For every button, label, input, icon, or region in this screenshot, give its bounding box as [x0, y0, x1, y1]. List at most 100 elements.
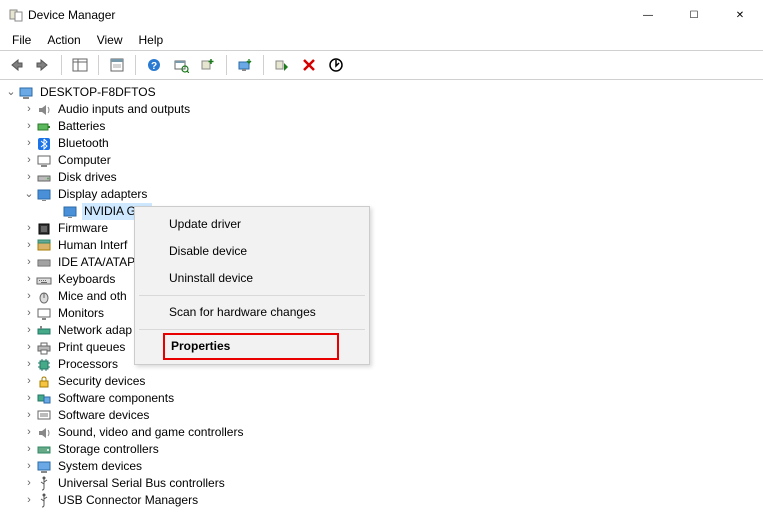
menu-help[interactable]: Help	[131, 31, 172, 49]
audio-icon	[36, 102, 52, 118]
expand-icon[interactable]: ›	[22, 322, 36, 339]
tree-node-security[interactable]: › Security devices	[4, 373, 761, 390]
tree-node-storage[interactable]: ›Storage controllers	[4, 441, 761, 458]
minimize-button[interactable]: —	[625, 0, 671, 30]
tree-node-network[interactable]: ›Network adap	[4, 322, 761, 339]
tree-node-keyboards[interactable]: ›Keyboards	[4, 271, 761, 288]
expand-icon[interactable]: ›	[22, 339, 36, 356]
device-tree[interactable]: ⌄ DESKTOP-F8DFTOS › Audio inputs and outp…	[0, 80, 763, 513]
show-hide-tree-button[interactable]	[68, 53, 92, 77]
expand-icon[interactable]: ›	[22, 118, 36, 135]
tree-root[interactable]: ⌄ DESKTOP-F8DFTOS	[4, 84, 761, 101]
update-driver-button[interactable]	[233, 53, 257, 77]
tree-node-batteries[interactable]: › Batteries	[4, 118, 761, 135]
menu-view[interactable]: View	[89, 31, 131, 49]
tree-node-diskdrives[interactable]: › Disk drives	[4, 169, 761, 186]
tree-node-processors[interactable]: ›Processors	[4, 356, 761, 373]
ctx-disable-device[interactable]: Disable device	[137, 238, 367, 265]
enable-device-button[interactable]	[270, 53, 294, 77]
expand-icon[interactable]: ›	[22, 271, 36, 288]
network-icon	[36, 323, 52, 339]
tree-node-firmware[interactable]: › Firmware	[4, 220, 761, 237]
help-button[interactable]: ?	[142, 53, 166, 77]
ctx-properties-highlighted[interactable]: Properties	[163, 333, 339, 360]
tree-label: IDE ATA/ATAP	[56, 254, 137, 271]
tree-node-monitors[interactable]: ›Monitors	[4, 305, 761, 322]
menu-action[interactable]: Action	[39, 31, 88, 49]
tree-label: Disk drives	[56, 169, 119, 186]
expand-icon[interactable]: ›	[22, 407, 36, 424]
tree-label: DESKTOP-F8DFTOS	[38, 84, 158, 101]
nav-forward-button[interactable]	[31, 53, 55, 77]
ctx-update-driver[interactable]: Update driver	[137, 211, 367, 238]
expand-icon[interactable]: ›	[22, 390, 36, 407]
disk-icon	[36, 170, 52, 186]
context-menu: Update driver Disable device Uninstall d…	[134, 206, 370, 365]
tree-node-sound[interactable]: › Sound, video and game controllers	[4, 424, 761, 441]
tree-label: Sound, video and game controllers	[56, 424, 245, 441]
tree-label: Batteries	[56, 118, 107, 135]
expand-icon[interactable]: ›	[22, 458, 36, 475]
tree-node-swcomp[interactable]: › Software components	[4, 390, 761, 407]
add-legacy-hardware-button[interactable]	[196, 53, 220, 77]
menu-file[interactable]: File	[4, 31, 39, 49]
expand-icon[interactable]: ›	[22, 424, 36, 441]
nav-back-button[interactable]	[4, 53, 28, 77]
tree-label: Audio inputs and outputs	[56, 101, 192, 118]
collapse-icon[interactable]: ⌄	[4, 84, 18, 101]
battery-icon	[36, 119, 52, 135]
processor-icon	[36, 357, 52, 373]
tree-label: Firmware	[56, 220, 110, 237]
toolbar: ?	[0, 51, 763, 80]
tree-label: Human Interf	[56, 237, 129, 254]
tree-node-usbconn[interactable]: ›USB Connector Managers	[4, 492, 761, 509]
expand-icon[interactable]: ›	[22, 356, 36, 373]
tree-node-displayadapters[interactable]: ⌄Display adapters	[4, 186, 761, 203]
maximize-button[interactable]: ☐	[671, 0, 717, 30]
expand-icon[interactable]: ›	[22, 135, 36, 152]
menu-bar: File Action View Help	[0, 30, 763, 51]
uninstall-device-button[interactable]	[297, 53, 321, 77]
expand-icon[interactable]: ›	[22, 254, 36, 271]
tree-node-audio[interactable]: › Audio inputs and outputs	[4, 101, 761, 118]
close-button[interactable]: ✕	[717, 0, 763, 30]
expand-icon[interactable]: ›	[22, 441, 36, 458]
tree-label: Software components	[56, 390, 176, 407]
expand-icon[interactable]: ›	[22, 475, 36, 492]
tree-label: Bluetooth	[56, 135, 111, 152]
expand-icon[interactable]: ›	[22, 305, 36, 322]
tree-node-nvidia[interactable]: NVIDIA GeF	[4, 203, 761, 220]
expand-icon[interactable]: ›	[22, 101, 36, 118]
properties-button[interactable]	[105, 53, 129, 77]
tree-node-printq[interactable]: ›Print queues	[4, 339, 761, 356]
expand-icon[interactable]: ›	[22, 152, 36, 169]
tree-node-hid[interactable]: › Human Interf	[4, 237, 761, 254]
ctx-scan-hardware[interactable]: Scan for hardware changes	[137, 299, 367, 326]
computer-icon	[18, 85, 34, 101]
expand-icon[interactable]: ›	[22, 373, 36, 390]
tree-node-swdev[interactable]: ›Software devices	[4, 407, 761, 424]
tree-node-mice[interactable]: ›Mice and oth	[4, 288, 761, 305]
expand-icon[interactable]: ›	[22, 237, 36, 254]
tree-label: Security devices	[56, 373, 147, 390]
hid-icon	[36, 238, 52, 254]
tree-node-usbctrl[interactable]: ›Universal Serial Bus controllers	[4, 475, 761, 492]
window-title: Device Manager	[28, 8, 625, 22]
scan-hardware-button[interactable]	[169, 53, 193, 77]
system-devices-icon	[36, 459, 52, 475]
expand-icon[interactable]: ›	[22, 169, 36, 186]
expand-icon[interactable]: ›	[22, 288, 36, 305]
usb-connector-icon	[36, 493, 52, 509]
tree-node-ide[interactable]: › IDE ATA/ATAP	[4, 254, 761, 271]
svg-text:?: ?	[151, 61, 157, 72]
expand-icon[interactable]: ›	[22, 492, 36, 509]
expand-icon[interactable]: ›	[22, 220, 36, 237]
collapse-icon[interactable]: ⌄	[22, 186, 36, 203]
ide-icon	[36, 255, 52, 271]
tree-node-computer[interactable]: › Computer	[4, 152, 761, 169]
ctx-uninstall-device[interactable]: Uninstall device	[137, 265, 367, 292]
tree-node-bluetooth[interactable]: › Bluetooth	[4, 135, 761, 152]
tree-node-sysdev[interactable]: ›System devices	[4, 458, 761, 475]
disable-device-button[interactable]	[324, 53, 348, 77]
tree-label: Computer	[56, 152, 113, 169]
